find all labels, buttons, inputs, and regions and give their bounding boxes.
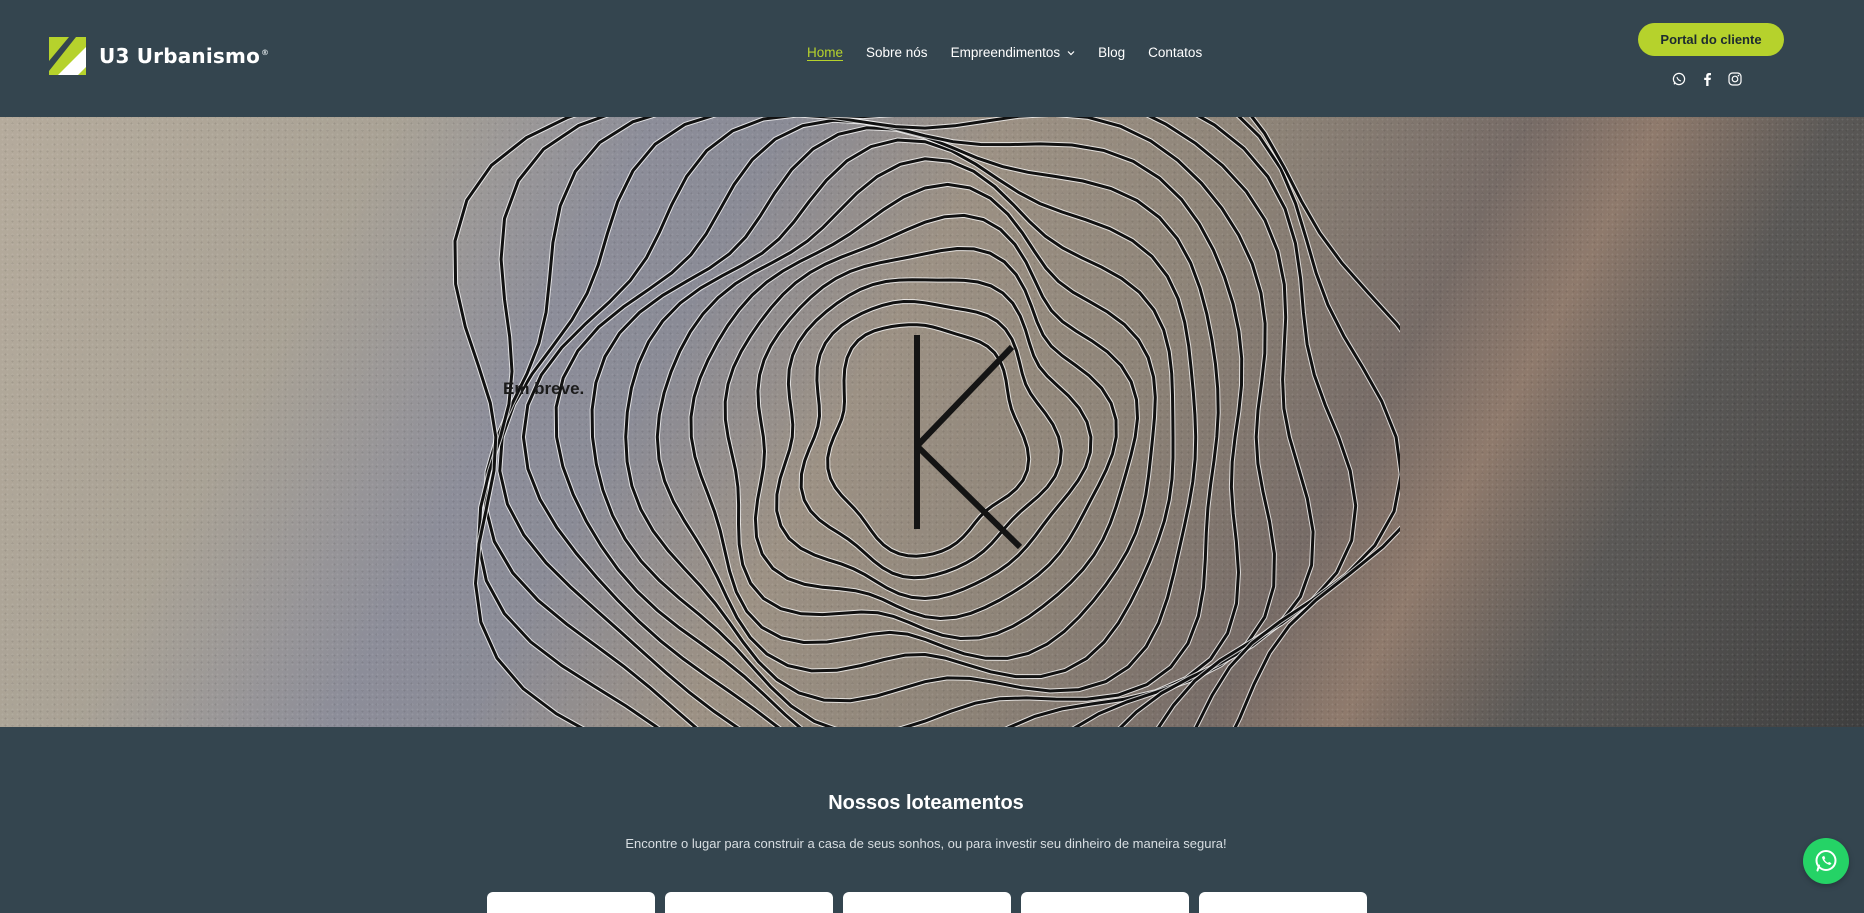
loteamento-card[interactable] (487, 892, 655, 913)
whatsapp-chat-button[interactable] (1803, 838, 1849, 884)
loteamento-card[interactable] (1199, 892, 1367, 913)
contour-ring-highlight (589, 125, 1221, 727)
instagram-icon[interactable] (1727, 71, 1743, 87)
logo-text: U3 Urbanismo® (99, 44, 270, 68)
nav-item-home[interactable]: Home (807, 45, 843, 60)
section-subtitle: Encontre o lugar para construir a casa d… (625, 836, 1227, 851)
contour-ring (590, 126, 1220, 727)
portal-do-cliente-button[interactable]: Portal do cliente (1638, 23, 1784, 56)
nav-item-contatos[interactable]: Contatos (1148, 45, 1202, 60)
social-links (1671, 71, 1755, 87)
loteamento-card[interactable] (665, 892, 833, 913)
loteamento-card[interactable] (1021, 892, 1189, 913)
hero-caption: Em breve. (503, 379, 585, 398)
loteamentos-cards (487, 892, 1367, 913)
main-nav: Home Sobre nós Empreendimentos Blog Cont… (807, 45, 1225, 60)
logo-mark-icon (49, 37, 86, 75)
nav-item-empreendimentos[interactable]: Empreendimentos (951, 45, 1076, 60)
hero-contour-artwork (452, 117, 1400, 727)
whatsapp-icon (1815, 850, 1837, 872)
nav-item-sobre-nos[interactable]: Sobre nós (866, 45, 928, 60)
site-header: U3 Urbanismo® Home Sobre nós Empreendime… (0, 0, 1864, 117)
chevron-down-icon (1067, 50, 1075, 55)
loteamento-card[interactable] (843, 892, 1011, 913)
facebook-icon[interactable] (1699, 71, 1715, 87)
whatsapp-icon[interactable] (1671, 71, 1687, 87)
nav-item-blog[interactable]: Blog (1098, 45, 1125, 60)
logo[interactable]: U3 Urbanismo® (49, 37, 269, 75)
hero-banner: Em breve. (0, 117, 1864, 727)
section-title: Nossos loteamentos (828, 792, 1024, 814)
